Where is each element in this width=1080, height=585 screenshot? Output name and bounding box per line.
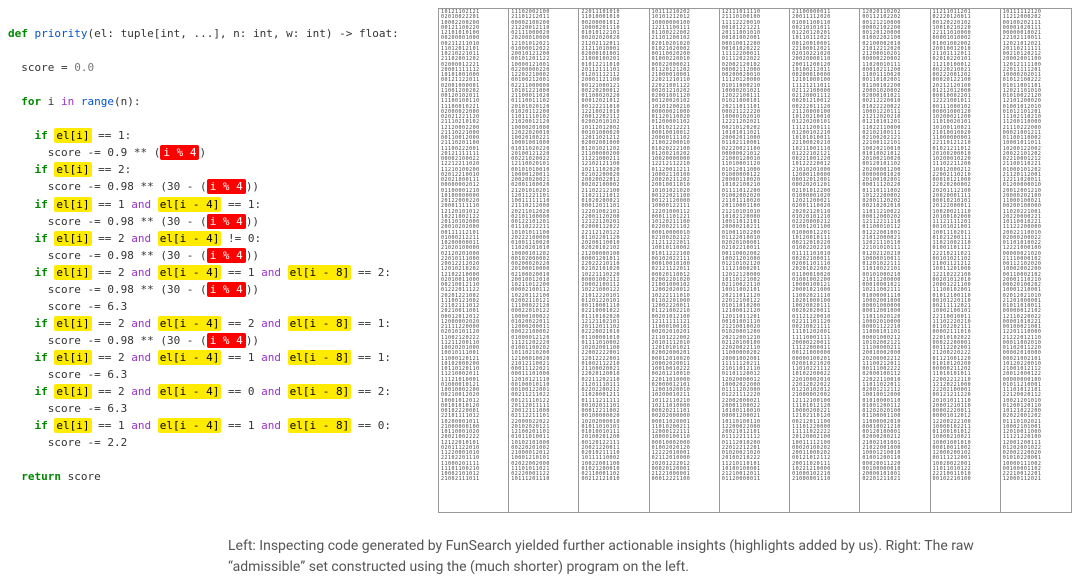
- range-arg: (n):: [114, 95, 141, 108]
- body-line: score -= 2.2: [8, 434, 428, 451]
- code-panel: def priority(el: tuple[int, ...], n: int…: [8, 8, 428, 528]
- if-line: if el[i] == 2 and el[i - 4] == 1 and el[…: [8, 264, 428, 281]
- matrix-col: 12020110202 00112102202 00121210000 0000…: [860, 9, 930, 512]
- matrix-col: 10111112120 11212000202 00100202111 0000…: [1001, 9, 1071, 512]
- admissible-set-matrix: 10121102121 02010022201 10002200200 0012…: [438, 8, 1072, 513]
- if-line: if el[i] == 2 and el[i - 4] == 1 and el[…: [8, 349, 428, 366]
- matrix-col: 22011101010 11010001010 00200001012 1000…: [579, 9, 649, 512]
- matrix-col: 10121102121 02010022201 10002200200 0012…: [439, 9, 509, 512]
- if-line: if el[i] == 2 and el[i - 4] == 0 and el[…: [8, 383, 428, 400]
- figure-caption: Left: Inspecting code generated by FunSe…: [228, 536, 1012, 577]
- fn-sig: (el: tuple[int, ...], n: int, w: int) ->…: [87, 27, 398, 40]
- matrix-col: 21100000011 20011112020 01001100110 0021…: [790, 9, 860, 512]
- kw-return: return: [21, 470, 61, 483]
- body-line: score -= 0.98 ** (30 - (i % 4)): [8, 332, 428, 349]
- range: range: [81, 95, 114, 108]
- if-line: if el[i] == 1 and el[i - 4] == 1:: [8, 196, 428, 213]
- op-eq: =: [54, 61, 74, 74]
- if-line: if el[i] == 2:: [8, 161, 428, 178]
- init-val: 0.0: [74, 61, 94, 74]
- if-line: if el[i] == 1:: [8, 127, 428, 144]
- body-line: score -= 0.98 ** (30 - (i % 4)): [8, 247, 428, 264]
- body-line: score -= 0.98 ** (30 - (i % 4)): [8, 178, 428, 195]
- kw-def: def: [8, 27, 28, 40]
- fn-name: priority: [35, 27, 88, 40]
- if-line: if el[i] == 1 and el[i - 4] == 1 and el[…: [8, 417, 428, 434]
- if-line: if el[i] == 2 and el[i - 4] == 2 and el[…: [8, 315, 428, 332]
- matrix-col: 10111210202 10101212012 10000000100 1221…: [650, 9, 720, 512]
- kw-in: in: [61, 95, 74, 108]
- body-line: score -= 6.3: [8, 366, 428, 383]
- body-line: score -= 6.3: [8, 400, 428, 417]
- body-line: score -= 6.3: [8, 298, 428, 315]
- body-line: score -= 0.9 ** (i % 4): [8, 144, 428, 161]
- matrix-col: 12111011110 21110100100 11112220010 0010…: [720, 9, 790, 512]
- if-line: if el[i] == 2 and el[i - 4] != 0:: [8, 230, 428, 247]
- matrix-col: 11211011201 02220120011 00120220102 1001…: [931, 9, 1001, 512]
- return-val: score: [68, 470, 101, 483]
- var-i: i: [48, 95, 55, 108]
- body-line: score -= 0.98 ** (30 - (i % 4)): [8, 213, 428, 230]
- kw-for: for: [21, 95, 41, 108]
- matrix-col: 11102002100 21101212011 00002100200 2122…: [509, 9, 579, 512]
- init-lhs: score: [21, 61, 54, 74]
- body-line: score -= 0.98 ** (30 - (i % 4)): [8, 281, 428, 298]
